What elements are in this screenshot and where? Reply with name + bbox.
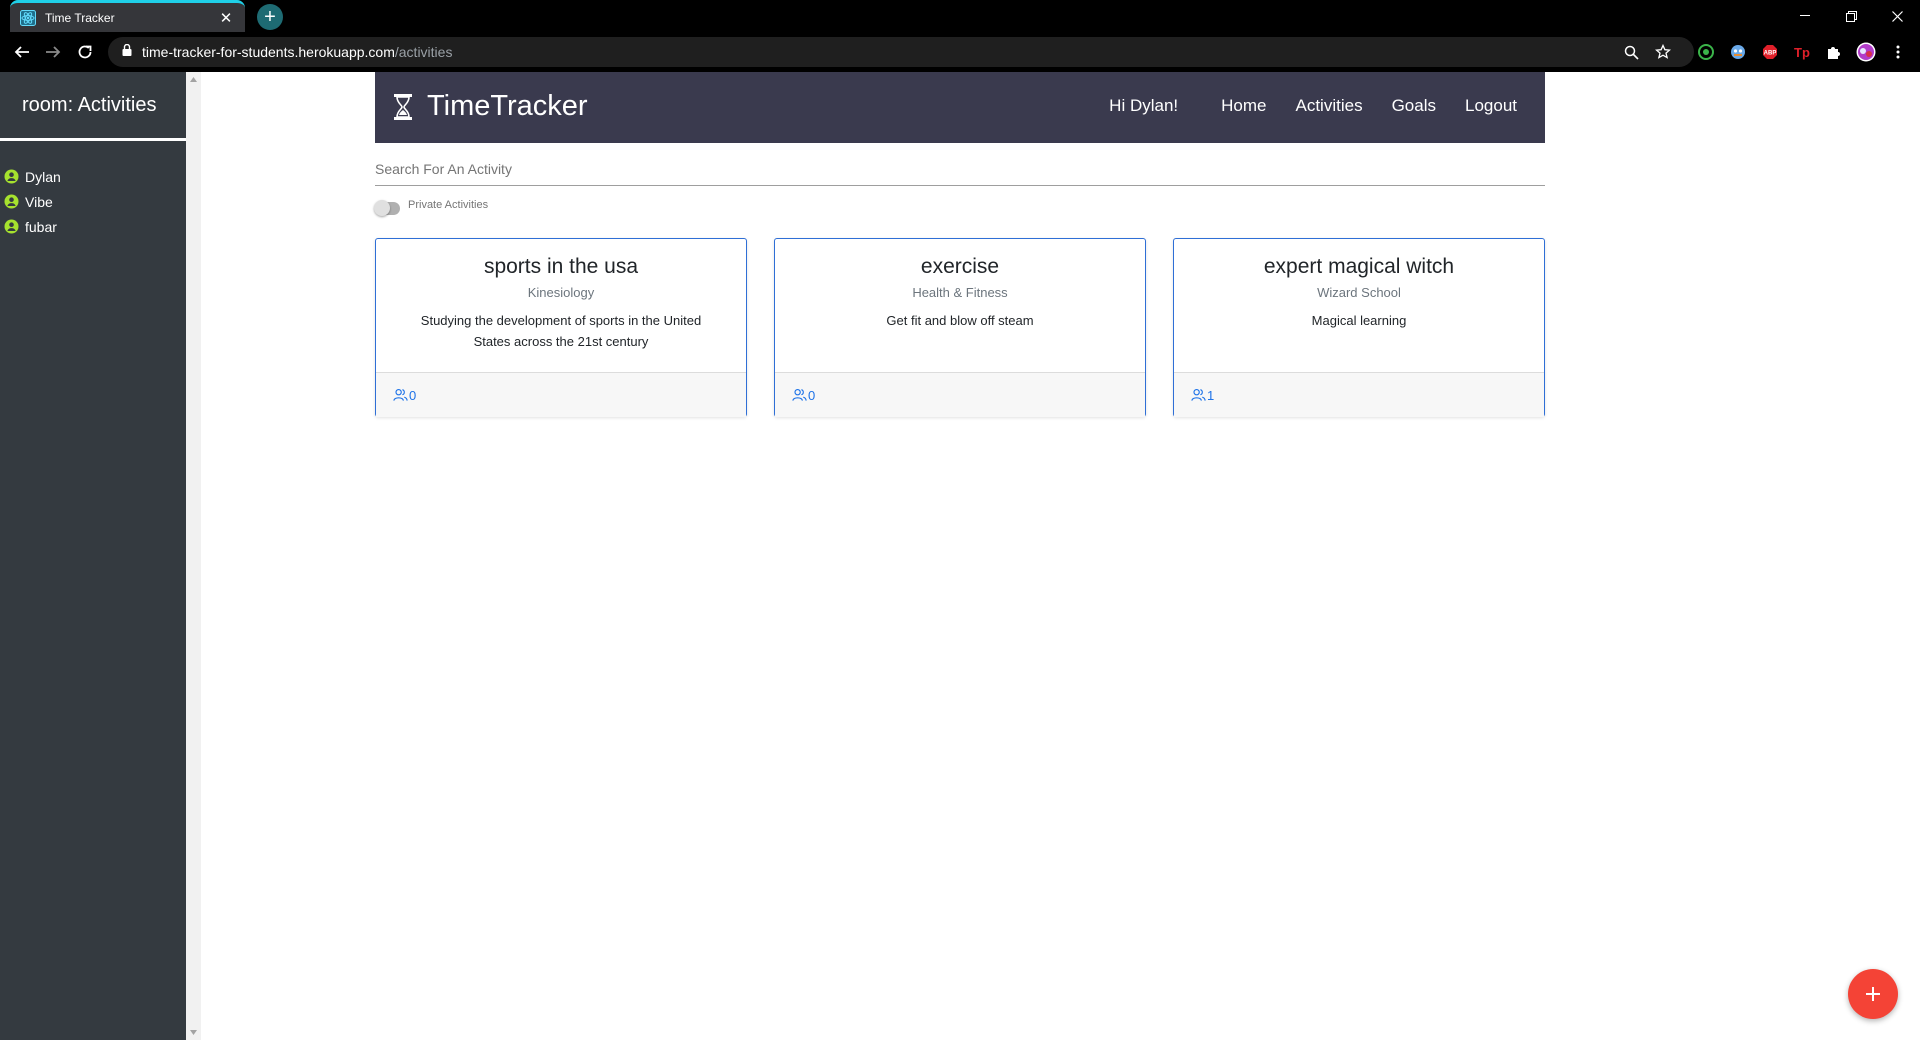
sidebar-scrollbar[interactable] [186, 72, 201, 1040]
activity-category: Kinesiology [527, 285, 595, 300]
member-count[interactable]: 1 [1207, 388, 1214, 403]
room-user-list: Dylan Vibe fubar [4, 164, 61, 239]
user-item-vibe: Vibe [4, 189, 61, 214]
activity-description: Magical learning [1311, 313, 1407, 328]
close-tab-icon[interactable]: ✕ [217, 9, 235, 27]
card-body: expert magical witch Wizard School Magic… [1174, 239, 1544, 372]
address-bar[interactable]: time-tracker-for-students.herokuapp.com /… [108, 37, 1694, 67]
card-body: exercise Health & Fitness Get fit and bl… [775, 239, 1145, 372]
tab-title: Time Tracker [45, 10, 115, 25]
activity-category: Health & Fitness [912, 285, 1008, 300]
card-footer: 1 [1174, 372, 1544, 417]
svg-text:Tp: Tp [1794, 45, 1810, 60]
browser-tab-bar: Time Tracker ✕ + [0, 0, 1920, 32]
nav-link-home[interactable]: Home [1221, 96, 1266, 116]
brand[interactable]: TimeTracker [393, 90, 588, 123]
private-toggle-row: Private Activities [374, 194, 489, 216]
greeting-text: Hi Dylan! [1109, 96, 1179, 115]
nav-link-activities[interactable]: Activities [1296, 96, 1363, 116]
member-count[interactable]: 0 [409, 388, 416, 403]
extensions-puzzle-icon[interactable] [1824, 42, 1844, 62]
browser-tab[interactable]: Time Tracker ✕ [10, 0, 245, 32]
activity-cards: sports in the usa Kinesiology Studying t… [375, 238, 1545, 418]
toggle-label: Private Activities [408, 198, 489, 211]
room-title: room: Activities [22, 94, 157, 116]
browser-menu-icon[interactable] [1888, 42, 1908, 62]
reload-icon[interactable] [73, 40, 97, 64]
user-status-icon [4, 169, 19, 184]
forward-arrow-icon[interactable] [41, 40, 65, 64]
nav-link-goals[interactable]: Goals [1392, 96, 1436, 116]
members-icon[interactable] [1191, 388, 1206, 402]
app-navbar: TimeTracker Hi Dylan! Home Activities Go… [375, 72, 1545, 143]
scroll-down-icon[interactable] [186, 1025, 201, 1040]
user-item-fubar: fubar [4, 214, 61, 239]
url-path: /activities [394, 44, 453, 60]
nav-links: Hi Dylan! Home Activities Goals Logout [1080, 96, 1517, 116]
user-status-icon [4, 194, 19, 209]
nav-link-logout[interactable]: Logout [1465, 96, 1517, 116]
user-name: Dylan [25, 168, 61, 185]
room-sidebar: room: Activities Dylan Vibe fubar [0, 72, 186, 1040]
svg-text:ABP: ABP [1764, 51, 1777, 57]
card-footer: 0 [376, 372, 746, 417]
react-favicon-icon [20, 9, 36, 26]
card-footer: 0 [775, 372, 1145, 417]
search-input[interactable] [375, 160, 1545, 177]
members-icon[interactable] [393, 388, 408, 402]
minimize-icon[interactable] [1782, 0, 1828, 32]
restore-icon[interactable] [1828, 0, 1874, 32]
lock-icon [122, 43, 132, 61]
activity-category: Wizard School [1317, 285, 1401, 300]
close-window-icon[interactable] [1874, 0, 1920, 32]
user-item-dylan: Dylan [4, 164, 61, 189]
back-arrow-icon[interactable] [10, 40, 34, 64]
add-activity-button[interactable] [1848, 969, 1898, 1019]
plus-icon [1866, 987, 1880, 1001]
members-icon[interactable] [792, 388, 807, 402]
hourglass-icon [394, 93, 412, 120]
activity-title: sports in the usa [483, 255, 639, 278]
adblock-extension-icon[interactable]: ABP [1760, 42, 1780, 62]
activity-description: Get fit and blow off steam [886, 313, 1034, 328]
url-host: time-tracker-for-students.herokuapp.com [142, 44, 395, 60]
user-name: Vibe [25, 193, 53, 210]
activity-description: Studying the development of sports in th… [420, 313, 702, 349]
user-name: fubar [25, 218, 57, 235]
toggle-knob [374, 200, 390, 216]
profile-avatar-icon[interactable] [1856, 42, 1876, 62]
activity-card[interactable]: exercise Health & Fitness Get fit and bl… [774, 238, 1146, 417]
bookmark-star-icon[interactable] [1654, 43, 1672, 61]
activity-card[interactable]: expert magical witch Wizard School Magic… [1173, 238, 1545, 417]
tp-extension-icon[interactable]: Tp [1792, 42, 1812, 62]
scroll-up-icon[interactable] [186, 72, 201, 87]
user-status-icon [4, 219, 19, 234]
target-extension-icon[interactable] [1696, 42, 1716, 62]
private-activities-toggle[interactable] [374, 200, 400, 216]
activity-card[interactable]: sports in the usa Kinesiology Studying t… [375, 238, 747, 417]
activity-search [375, 152, 1545, 186]
page: room: Activities Dylan Vibe fubar TimeTr… [0, 72, 1920, 1040]
activity-title: expert magical witch [1263, 255, 1455, 278]
card-body: sports in the usa Kinesiology Studying t… [376, 239, 746, 372]
member-count[interactable]: 0 [808, 388, 815, 403]
zoom-icon[interactable] [1622, 43, 1640, 61]
brand-name: TimeTracker [427, 90, 588, 122]
new-tab-button[interactable]: + [257, 4, 283, 30]
face-extension-icon[interactable] [1728, 42, 1748, 62]
sidebar-divider [0, 138, 186, 141]
activity-title: exercise [920, 255, 1000, 278]
browser-toolbar: time-tracker-for-students.herokuapp.com /… [0, 32, 1920, 72]
